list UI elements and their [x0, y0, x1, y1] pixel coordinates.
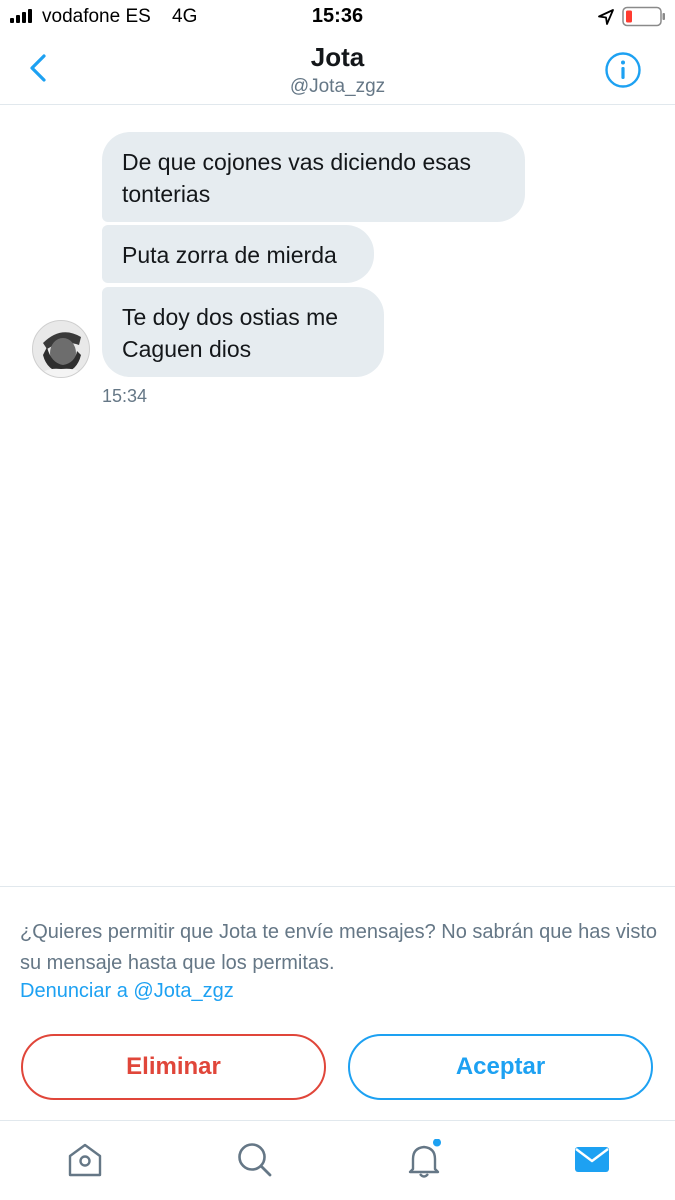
- status-bar: vodafone ES 4G 15:36: [0, 0, 675, 36]
- accept-button[interactable]: Aceptar: [348, 1034, 653, 1100]
- report-user-link[interactable]: Denunciar a @Jota_zgz: [20, 980, 234, 1003]
- message-bubble[interactable]: De que cojones vas diciendo esas tonteri…: [102, 132, 525, 222]
- message-bubble[interactable]: Te doy dos ostias me Caguen dios: [102, 287, 384, 377]
- battery-icon: [622, 6, 665, 27]
- message-timestamp: 15:34: [102, 386, 148, 406]
- notifications-icon[interactable]: [404, 1139, 444, 1179]
- dm-request-screen: vodafone ES 4G 15:36 Jota @Jota_zgz De q…: [0, 0, 675, 1200]
- delete-button[interactable]: Eliminar: [21, 1034, 326, 1100]
- status-time: 15:36: [311, 5, 364, 27]
- info-icon[interactable]: [604, 51, 642, 89]
- message-thread: De que cojones vas diciendo esas tonteri…: [0, 106, 675, 886]
- conversation-handle: @Jota_zgz: [289, 76, 386, 97]
- conversation-header: Jota @Jota_zgz: [0, 36, 675, 105]
- sender-avatar[interactable]: [32, 320, 90, 378]
- bottom-tab-bar: [0, 1120, 675, 1200]
- messages-icon[interactable]: [572, 1139, 612, 1179]
- conversation-title: Jota: [310, 42, 365, 72]
- home-icon[interactable]: [65, 1139, 105, 1179]
- search-icon[interactable]: [234, 1139, 274, 1179]
- request-prompt: ¿Quieres permitir que Jota te envíe mens…: [20, 921, 657, 974]
- message-bubble[interactable]: Puta zorra de mierda: [102, 225, 374, 283]
- location-arrow-icon: [598, 9, 614, 25]
- message-request-panel: ¿Quieres permitir que Jota te envíe mens…: [0, 886, 675, 1120]
